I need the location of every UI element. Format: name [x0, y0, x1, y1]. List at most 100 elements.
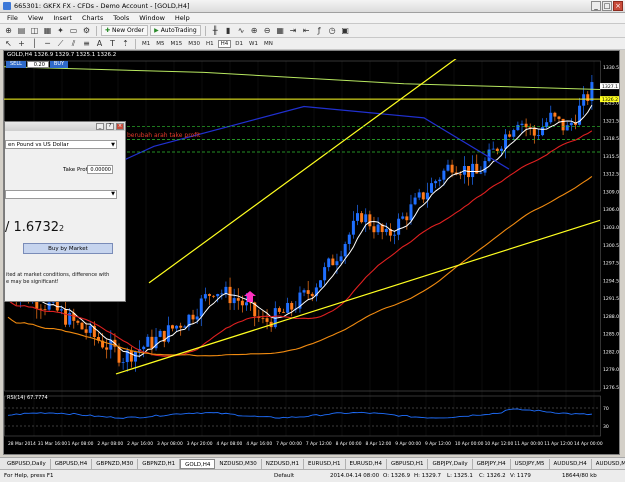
standard-toolbar: ⊕ ▤ ◫ ▦ ✦ ▭ ⚙ ✚ New Order ▶ AutoTrading ╫ … [0, 24, 625, 38]
candle-body [413, 197, 417, 205]
timeframe-m5[interactable]: M5 [154, 41, 166, 47]
up-arrow-icon[interactable] [244, 291, 256, 302]
menu-charts[interactable]: Charts [77, 14, 108, 22]
auto-scroll-icon[interactable]: ⇥ [288, 25, 299, 36]
menu-insert[interactable]: Insert [48, 14, 77, 22]
candle-body [376, 224, 380, 233]
data-window-icon[interactable]: ▦ [42, 25, 53, 36]
order-close-icon[interactable]: × [116, 123, 124, 130]
cursor-icon[interactable]: ↖ [3, 38, 14, 49]
candle-body [261, 317, 265, 319]
chart-tab[interactable]: NZDUSD,H1 [262, 458, 305, 469]
tile-windows-icon[interactable]: ▦ [275, 25, 286, 36]
chart-tabs: GBPUSD,Daily GBPUSD,H4 GBPNZD,M30 GBPNZD,H1… [0, 457, 625, 469]
buy-by-market-button[interactable]: Buy by Market [23, 243, 113, 254]
menu-tools[interactable]: Tools [108, 14, 134, 22]
time-axis-label: 10 Apr 00:00 [455, 441, 484, 447]
candle-body [244, 302, 248, 306]
label-icon[interactable]: T [107, 38, 118, 49]
channel-icon[interactable]: ⫽ [68, 38, 79, 49]
order-help-icon[interactable]: ? [106, 123, 114, 130]
order-minimize-icon[interactable]: _ [96, 123, 104, 130]
sell-button[interactable]: SELL [6, 61, 26, 68]
new-chart-icon[interactable]: ⊕ [3, 25, 14, 36]
timeframe-h1[interactable]: H1 [204, 41, 216, 47]
period-icon[interactable]: ◷ [327, 25, 338, 36]
candle-body [364, 214, 368, 223]
menu-file[interactable]: File [2, 14, 23, 22]
minimize-icon[interactable]: _ [591, 1, 601, 11]
chart-header: GOLD,H4 1326.9 1329.7 1325.1 1326.2 [4, 51, 619, 59]
chart-text-annotation[interactable]: berubah arah take profit [127, 132, 200, 139]
chart-shift-icon[interactable]: ⇤ [301, 25, 312, 36]
chart-tab[interactable]: USDJPY,M5 [511, 458, 550, 469]
menu-view[interactable]: View [23, 14, 48, 22]
timeframe-mn[interactable]: MN [262, 41, 275, 47]
horizontal-line-icon[interactable]: ─ [42, 38, 53, 49]
order-window-titlebar[interactable]: _ ? × [5, 122, 125, 131]
timeframe-m15[interactable]: M15 [169, 41, 185, 47]
candle-body [561, 118, 565, 131]
status-profile: Default [274, 473, 295, 479]
chart-tab[interactable]: GOLD,H4 [180, 458, 216, 469]
autotrading-button[interactable]: ▶ AutoTrading [150, 25, 201, 36]
timeframe-d1[interactable]: D1 [233, 41, 245, 47]
market-watch-icon[interactable]: ◫ [29, 25, 40, 36]
timeframe-w1[interactable]: W1 [247, 41, 260, 47]
line-chart-icon[interactable]: ∿ [236, 25, 247, 36]
one-click-trading: SELL 0.20 BUY [6, 61, 69, 68]
chart-tab[interactable]: GBPUSD,H1 [387, 458, 429, 469]
chart-tab[interactable]: EURUSD,H1 [304, 458, 346, 469]
lower-trendline[interactable] [115, 219, 601, 375]
autotrading-label: AutoTrading [160, 27, 197, 34]
price-axis-label: 1285.0 [603, 332, 619, 338]
candlestick-icon[interactable]: ▮ [223, 25, 234, 36]
zoom-in-icon[interactable]: ⊕ [249, 25, 260, 36]
time-axis-label: 2 Apr 08:00 [97, 441, 123, 447]
new-order-button[interactable]: ✚ New Order [101, 25, 149, 36]
menu-help[interactable]: Help [170, 14, 195, 22]
terminal-icon[interactable]: ▭ [68, 25, 79, 36]
fibonacci-icon[interactable]: ≡ [81, 38, 92, 49]
chart-tab[interactable]: GBPNZD,M30 [92, 458, 139, 469]
zoom-out-icon[interactable]: ⊖ [262, 25, 273, 36]
close-icon[interactable]: × [613, 1, 623, 11]
chart-tab[interactable]: GBPNZD,H1 [138, 458, 181, 469]
chart-tab[interactable]: GBPUSD,Daily [3, 458, 51, 469]
chart-tab[interactable]: AUDUSD,M30 [592, 459, 625, 469]
chart-tab[interactable]: GBPJPY,Daily [428, 458, 473, 469]
ask-price-main: / 1.6732 [5, 220, 59, 235]
bar-chart-icon[interactable]: ╫ [210, 25, 221, 36]
timeframe-m1[interactable]: M1 [140, 41, 152, 47]
take-profit-input[interactable]: 0.00000 [87, 165, 113, 174]
timeframe-h4[interactable]: H4 [217, 39, 232, 48]
upper-trendline[interactable] [148, 51, 484, 284]
templates-icon[interactable]: ▣ [340, 25, 351, 36]
chart-tab[interactable]: NZDUSD,M30 [215, 458, 262, 469]
buy-button[interactable]: BUY [49, 61, 69, 68]
candle-body [458, 174, 462, 176]
symbol-select[interactable]: en Pound vs US Dollar ▼ [5, 140, 117, 149]
candle-body [286, 302, 290, 313]
indicators-icon[interactable]: ƒ [314, 25, 325, 36]
navigator-icon[interactable]: ✦ [55, 25, 66, 36]
chart-tab[interactable]: GBPJPY,H4 [473, 458, 511, 469]
volume-input[interactable]: 0.20 [26, 61, 49, 68]
trendline-icon[interactable]: ⟋ [55, 38, 66, 49]
title-bar[interactable]: 665301: GKFX FX - CFDs - Demo Account - … [0, 0, 625, 13]
chart-window[interactable]: 1330.51326.21325.01321.51318.51315.51312… [3, 50, 620, 455]
timeframe-m30[interactable]: M30 [186, 41, 202, 47]
order-type-select[interactable]: ▼ [5, 190, 117, 199]
text-icon[interactable]: A [94, 38, 105, 49]
chart-tab[interactable]: GBPUSD,H4 [51, 458, 93, 469]
menu-window[interactable]: Window [134, 14, 170, 22]
profiles-icon[interactable]: ▤ [16, 25, 27, 36]
chart-tab[interactable]: AUDUSD,H4 [550, 458, 592, 469]
maximize-icon[interactable]: □ [602, 1, 612, 11]
arrows-icon[interactable]: ⇡ [120, 38, 131, 49]
strategy-tester-icon[interactable]: ⚙ [81, 25, 92, 36]
crosshair-icon[interactable]: + [16, 38, 27, 49]
chart-tab[interactable]: EURUSD,H4 [346, 458, 387, 469]
vertical-line-icon[interactable]: │ [29, 38, 40, 49]
candle-body [491, 148, 495, 150]
